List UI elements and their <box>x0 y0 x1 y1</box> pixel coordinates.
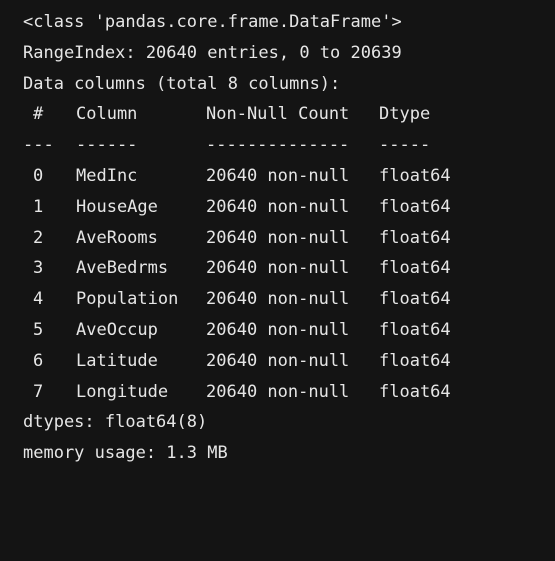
table-row: 1 HouseAge 20640 non-null float64 <box>23 192 555 223</box>
header-column: Column <box>76 104 138 125</box>
row-num: 3 <box>33 258 44 279</box>
row-dtype: float64 <box>379 196 451 217</box>
row-count: 20640 non-null <box>206 350 350 371</box>
row-column: Latitude <box>76 350 158 371</box>
row-dtype: float64 <box>379 319 451 340</box>
table-row: 4 Population 20640 non-null float64 <box>23 284 555 315</box>
row-count: 20640 non-null <box>206 196 350 217</box>
table-row: 3 AveBedrms 20640 non-null float64 <box>23 253 555 284</box>
header-dtype: Dtype <box>379 104 431 125</box>
range-index-line: RangeIndex: 20640 entries, 0 to 20639 <box>23 42 402 63</box>
table-row: 0 MedInc 20640 non-null float64 <box>23 161 555 192</box>
row-count: 20640 non-null <box>206 227 350 248</box>
row-dtype: float64 <box>379 227 451 248</box>
row-column: Longitude <box>76 381 169 402</box>
row-dtype: float64 <box>379 381 451 402</box>
row-dtype: float64 <box>379 289 451 310</box>
row-num: 6 <box>33 350 44 371</box>
row-num: 4 <box>33 289 44 310</box>
separator-dtype: ----- <box>379 135 431 156</box>
row-count: 20640 non-null <box>206 289 350 310</box>
row-column: MedInc <box>76 165 138 186</box>
header-num: # <box>33 104 44 125</box>
table-row: 7 Longitude 20640 non-null float64 <box>23 377 555 408</box>
table-header: # Column Non-Null Count Dtype <box>23 99 555 130</box>
row-dtype: float64 <box>379 350 451 371</box>
class-line: <class 'pandas.core.frame.DataFrame'> <box>23 12 402 32</box>
row-column: HouseAge <box>76 196 158 217</box>
separator-column: ------ <box>76 135 138 156</box>
table-row: 2 AveRooms 20640 non-null float64 <box>23 223 555 254</box>
row-column: AveBedrms <box>76 258 169 279</box>
row-num: 5 <box>33 319 44 340</box>
row-column: Population <box>76 289 179 310</box>
separator-num: --- <box>23 135 54 156</box>
row-count: 20640 non-null <box>206 319 350 340</box>
row-column: AveRooms <box>76 227 158 248</box>
separator-count: -------------- <box>206 135 350 156</box>
data-columns-line: Data columns (total 8 columns): <box>23 73 341 94</box>
row-count: 20640 non-null <box>206 381 350 402</box>
table-row: 6 Latitude 20640 non-null float64 <box>23 346 555 377</box>
cell-output: <class 'pandas.core.frame.DataFrame'> Ra… <box>0 0 555 480</box>
row-num: 0 <box>33 165 44 186</box>
header-count: Non-Null Count <box>206 104 350 125</box>
row-dtype: float64 <box>379 165 451 186</box>
dtypes-line: dtypes: float64(8) <box>23 412 208 433</box>
row-column: AveOccup <box>76 319 158 340</box>
memory-usage-line: memory usage: 1.3 MB <box>23 443 228 464</box>
table-separator: --- ------ -------------- ----- <box>23 130 555 161</box>
table-row: 5 AveOccup 20640 non-null float64 <box>23 315 555 346</box>
row-dtype: float64 <box>379 258 451 279</box>
row-count: 20640 non-null <box>206 165 350 186</box>
row-num: 2 <box>33 227 44 248</box>
row-count: 20640 non-null <box>206 258 350 279</box>
row-num: 1 <box>33 196 44 217</box>
row-num: 7 <box>33 381 44 402</box>
